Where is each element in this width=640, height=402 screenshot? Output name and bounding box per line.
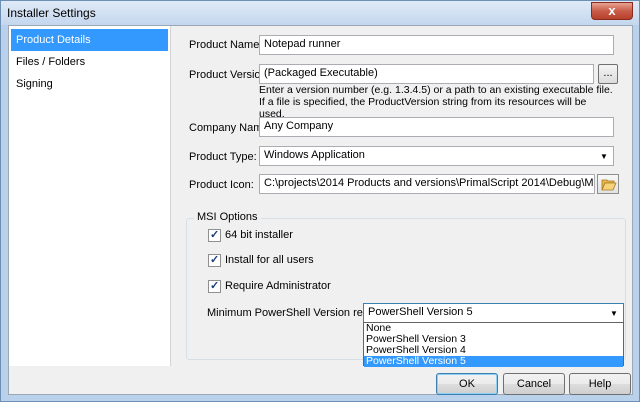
checkbox-64-bit-installer[interactable] [208,228,221,242]
title-bar[interactable]: Installer Settings x [1,1,639,25]
product-version-browse-button[interactable]: ... [598,64,618,84]
installer-settings-window: Installer Settings x Product Details Fil… [0,0,640,402]
checkbox-require-administrator[interactable] [208,279,221,293]
product-icon-label: Product Icon: [189,179,254,191]
checkbox-64-bit-installer-label[interactable]: 64 bit installer [225,229,293,241]
company-name-input[interactable]: Any Company [259,117,614,137]
dialog-client-area: Product Details Files / Folders Signing … [8,25,633,395]
product-version-help-text: Enter a version number (e.g. 1.3.4.5) or… [259,84,613,120]
product-type-value: Windows Application [264,149,365,161]
product-icon-input[interactable]: C:\projects\2014 Products and versions\P… [259,174,595,194]
folder-open-icon [601,179,617,191]
browse-icon-button[interactable] [597,174,619,194]
checkbox-require-administrator-label[interactable]: Require Administrator [225,280,331,292]
sidebar-item-signing[interactable]: Signing [11,73,168,95]
checkbox-install-all-users-label[interactable]: Install for all users [225,254,314,266]
min-powershell-value: PowerShell Version 5 [368,306,473,318]
min-powershell-select[interactable]: PowerShell Version 5 ▼ [363,303,624,323]
product-version-input[interactable]: (Packaged Executable) [259,64,594,84]
help-button[interactable]: Help [569,373,631,395]
msi-options-title: MSI Options [194,211,261,223]
sidebar: Product Details Files / Folders Signing [9,26,171,366]
sidebar-item-product-details[interactable]: Product Details [11,29,168,51]
sidebar-item-files-folders[interactable]: Files / Folders [11,51,168,73]
chevron-down-icon[interactable]: ▼ [597,150,611,163]
product-name-label: Product Name: [189,39,263,51]
product-type-label: Product Type: [189,151,257,163]
dropdown-option-ps5[interactable]: PowerShell Version 5 [364,356,623,367]
ok-button[interactable]: OK [436,373,498,395]
window-title: Installer Settings [7,6,96,20]
min-powershell-dropdown-list: None PowerShell Version 3 PowerShell Ver… [363,322,624,367]
product-name-input[interactable]: Notepad runner [259,35,614,55]
product-details-panel: Product Name: Notepad runner Product Ver… [172,26,632,367]
cancel-button[interactable]: Cancel [503,373,565,395]
product-type-select[interactable]: Windows Application ▼ [259,146,614,166]
product-version-label: Product Version: [189,69,270,81]
checkbox-install-all-users[interactable] [208,253,221,267]
close-button[interactable]: x [591,2,633,20]
chevron-down-icon[interactable]: ▼ [607,307,621,320]
